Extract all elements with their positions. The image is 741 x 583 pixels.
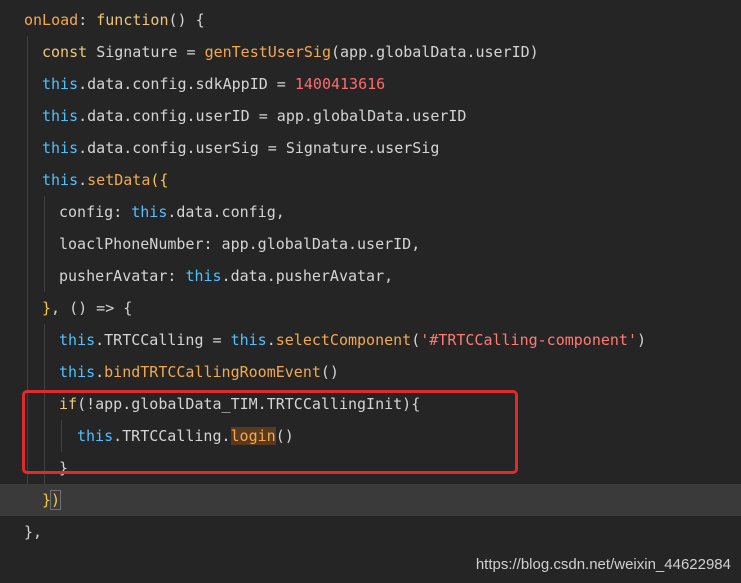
code-token: .: [95, 363, 105, 381]
code-line[interactable]: pusherAvatar: this.data.pusherAvatar,: [0, 260, 741, 292]
code-token: loaclPhoneNumber: [59, 235, 204, 253]
code-token: ): [637, 331, 647, 349]
code-token: bindTRTCCallingRoomEvent: [104, 363, 321, 381]
code-line-text: this.TRTCCalling = this.selectComponent(…: [59, 324, 646, 356]
code-line[interactable]: loaclPhoneNumber: app.globalData.userID,: [0, 228, 741, 260]
code-token: '#TRTCCalling-component': [420, 331, 637, 349]
code-line[interactable]: config: this.data.config,: [0, 196, 741, 228]
code-line-text: this.TRTCCalling.login(): [77, 420, 294, 452]
code-token: (): [320, 363, 339, 381]
code-line-text: pusherAvatar: this.data.pusherAvatar,: [59, 260, 393, 292]
code-token: this: [42, 75, 79, 93]
code-token: selectComponent: [275, 331, 412, 349]
code-token: : app.globalData.userID,: [203, 235, 421, 253]
code-token: const: [42, 43, 97, 61]
code-line-text: this.data.config.sdkAppID = 1400413616: [42, 68, 385, 100]
code-token: function: [96, 11, 169, 29]
code-line[interactable]: }, () => {: [0, 292, 741, 324]
code-line[interactable]: this.data.config.userSig = Signature.use…: [0, 132, 741, 164]
code-token: .: [266, 331, 276, 349]
code-token: if: [59, 395, 78, 413]
code-line[interactable]: this.bindTRTCCallingRoomEvent(): [0, 356, 741, 388]
code-token: onLoad: [24, 11, 79, 29]
code-token: (): [275, 427, 294, 445]
code-token: }: [42, 299, 52, 317]
code-line-text: this.bindTRTCCallingRoomEvent(): [59, 356, 339, 388]
code-line[interactable]: onLoad: function() {: [0, 4, 741, 36]
code-token: 1400413616: [294, 75, 386, 93]
code-token: }: [42, 491, 52, 509]
code-token: setData: [87, 171, 151, 189]
code-line[interactable]: this.data.config.userID = app.globalData…: [0, 100, 741, 132]
code-line-text: }, () => {: [42, 292, 132, 324]
code-token: ): [50, 490, 62, 510]
code-line[interactable]: },: [0, 516, 741, 548]
code-line-text: this.data.config.userID = app.globalData…: [42, 100, 466, 132]
code-line-text: },: [24, 516, 42, 548]
code-token: =: [177, 43, 205, 61]
code-token: this: [42, 139, 79, 157]
code-line[interactable]: this.data.config.sdkAppID = 1400413616: [0, 68, 741, 100]
code-token: () {: [168, 11, 205, 29]
code-token: :: [78, 11, 97, 29]
code-token: , () => {: [51, 299, 133, 317]
code-token: .data.config.userSig = Signature.userSig: [78, 139, 440, 157]
code-token: genTestUserSig: [204, 43, 331, 61]
code-token: },: [24, 523, 43, 541]
code-token: config: [59, 203, 114, 221]
code-token: this: [42, 107, 79, 125]
code-token: (: [411, 331, 421, 349]
code-token: this: [59, 331, 96, 349]
code-line[interactable]: this.TRTCCalling.login(): [0, 420, 741, 452]
code-line-text: this.setData({: [42, 164, 168, 196]
code-line-text: config: this.data.config,: [59, 196, 285, 228]
code-token: this: [185, 267, 222, 285]
code-line[interactable]: const Signature = genTestUserSig(app.glo…: [0, 36, 741, 68]
code-editor[interactable]: onLoad: function() {const Signature = ge…: [0, 0, 741, 583]
code-token: Signature: [96, 43, 178, 61]
code-token: login: [230, 427, 276, 445]
code-line-text: }): [42, 484, 62, 516]
watermark-url: https://blog.csdn.net/weixin_44622984: [475, 556, 731, 573]
code-token: .: [78, 171, 88, 189]
code-token: this: [42, 171, 79, 189]
code-token: this: [230, 331, 267, 349]
code-token: .data.config,: [167, 203, 285, 221]
code-line[interactable]: this.setData({: [0, 164, 741, 196]
code-token: this: [59, 363, 96, 381]
code-line-text: const Signature = genTestUserSig(app.glo…: [42, 36, 539, 68]
code-line[interactable]: }): [0, 484, 741, 516]
code-token: .data.config.sdkAppID =: [78, 75, 295, 93]
code-line[interactable]: if(!app.globalData_TIM.TRTCCallingInit){: [0, 388, 741, 420]
code-token: .data.config.userID = app.globalData.use…: [78, 107, 467, 125]
code-token: :: [113, 203, 132, 221]
code-line-text: onLoad: function() {: [24, 4, 205, 36]
code-token: this: [131, 203, 168, 221]
code-token: :: [167, 267, 186, 285]
code-token: (app.globalData.userID): [331, 43, 539, 61]
code-token: pusherAvatar: [59, 267, 168, 285]
code-token: .data.pusherAvatar,: [221, 267, 394, 285]
code-token: {: [159, 171, 169, 189]
code-token: this: [77, 427, 114, 445]
code-line-text: this.data.config.userSig = Signature.use…: [42, 132, 439, 164]
code-token: .TRTCCalling.: [113, 427, 231, 445]
code-line[interactable]: }: [0, 452, 741, 484]
code-line[interactable]: this.TRTCCalling = this.selectComponent(…: [0, 324, 741, 356]
code-line-text: loaclPhoneNumber: app.globalData.userID,: [59, 228, 420, 260]
code-line-text: }: [59, 452, 68, 484]
code-token: }: [59, 459, 69, 477]
code-token: .TRTCCalling =: [95, 331, 231, 349]
code-line-text: if(!app.globalData_TIM.TRTCCallingInit){: [59, 388, 420, 420]
code-token: (!app.globalData_TIM.TRTCCallingInit){: [77, 395, 421, 413]
